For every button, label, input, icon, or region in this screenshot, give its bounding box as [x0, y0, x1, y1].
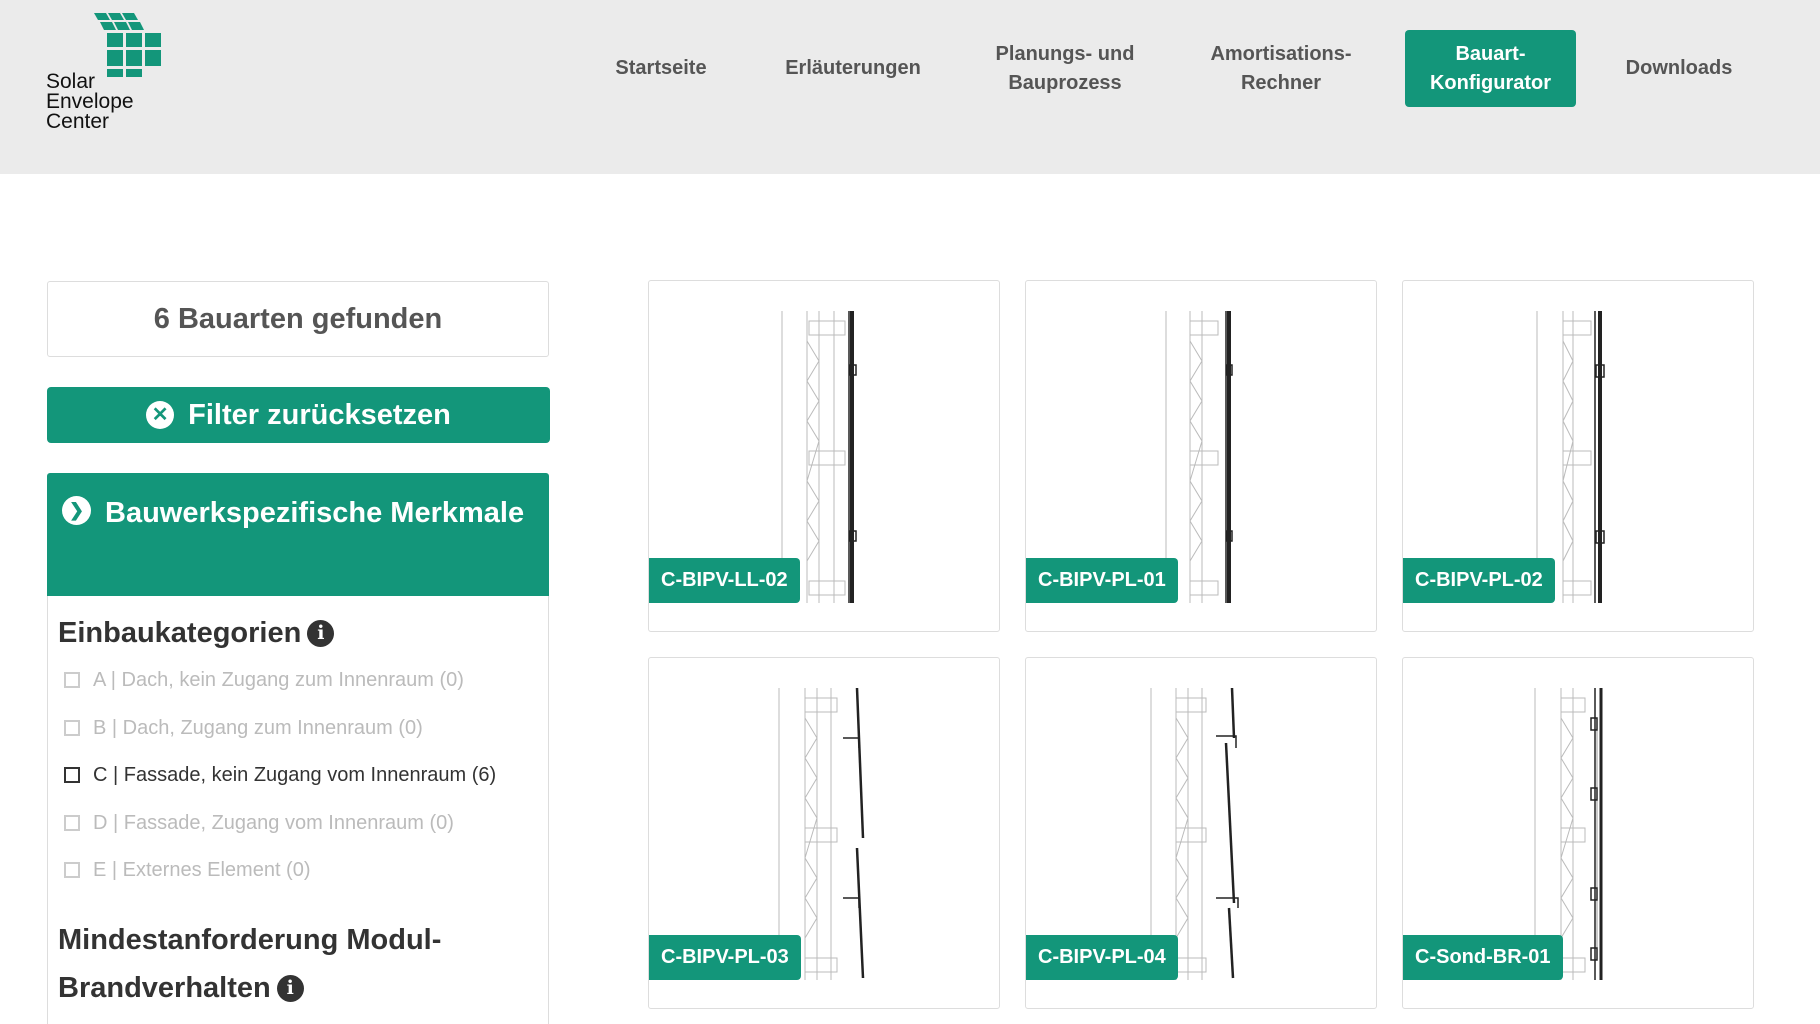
category-option-a: A | Dach, kein Zugang zum Innenraum (0): [64, 665, 464, 695]
accordion-title: Bauwerkspezifische Merkmale: [105, 497, 525, 529]
nav-startseite[interactable]: Startseite: [590, 30, 732, 107]
bauart-code-label: C-BIPV-PL-04: [1026, 935, 1178, 980]
chevron-down-icon: ❯: [62, 496, 91, 525]
logo-line: Center: [46, 110, 110, 133]
category-heading-text: Einbaukategorien: [58, 617, 302, 649]
logo-text[interactable]: Solar Envelope Center: [46, 70, 134, 133]
accordion-bauwerkspezifische-merkmale[interactable]: ❯ Bauwerkspezifische Merkmale: [47, 473, 549, 596]
category-option-label: B | Dach, Zugang zum Innenraum (0): [93, 716, 423, 739]
checkbox[interactable]: [64, 767, 80, 783]
info-icon[interactable]: i: [276, 975, 304, 1002]
bauart-code-label: C-Sond-BR-01: [1403, 935, 1563, 980]
bauart-code-label: C-BIPV-LL-02: [649, 558, 800, 603]
category-option-label: C | Fassade, kein Zugang vom Innenraum (…: [93, 763, 497, 786]
close-circle-icon: ✕: [146, 401, 175, 429]
info-icon[interactable]: i: [307, 620, 335, 647]
results-count: 6 Bauarten gefunden: [47, 281, 549, 357]
category-option-label: E | Externes Element (0): [93, 858, 311, 881]
site-header: Solar Envelope Center Startseite Erläute…: [0, 0, 1820, 174]
fire-heading-text: Mindestanforderung Modul- Brandverhalten: [58, 924, 442, 1004]
category-option-c[interactable]: C | Fassade, kein Zugang vom Innenraum (…: [64, 760, 496, 790]
logo-line: Envelope: [46, 90, 134, 113]
reset-filter-button[interactable]: ✕ Filter zurücksetzen: [47, 387, 550, 443]
checkbox: [64, 720, 80, 736]
bauart-code-label: C-BIPV-PL-03: [649, 935, 801, 980]
bauart-card[interactable]: C-BIPV-PL-03: [648, 657, 1000, 1009]
nav-erlaeuterungen[interactable]: Erläuterungen: [770, 30, 936, 107]
logo-line: Solar: [46, 70, 96, 93]
bauart-card[interactable]: C-Sond-BR-01: [1402, 657, 1754, 1009]
checkbox: [64, 672, 80, 688]
nav-bauart-konfigurator[interactable]: Bauart- Konfigurator: [1405, 30, 1576, 107]
checkbox: [64, 815, 80, 831]
bauart-card[interactable]: C-BIPV-PL-04: [1025, 657, 1377, 1009]
bauart-code-label: C-BIPV-PL-02: [1403, 558, 1555, 603]
checkbox: [64, 862, 80, 878]
nav-amortisations-rechner[interactable]: Amortisations- Rechner: [1190, 30, 1372, 107]
category-option-b: B | Dach, Zugang zum Innenraum (0): [64, 713, 423, 743]
nav-planungs-und-bauprozess[interactable]: Planungs- und Bauprozess: [980, 30, 1150, 107]
category-option-label: D | Fassade, Zugang vom Innenraum (0): [93, 811, 454, 834]
bauart-code-label: C-BIPV-PL-01: [1026, 558, 1178, 603]
nav-downloads[interactable]: Downloads: [1610, 30, 1748, 107]
bauart-card[interactable]: C-BIPV-PL-01: [1025, 280, 1377, 632]
category-heading: Einbaukategorien i: [58, 609, 335, 657]
bauart-card[interactable]: C-BIPV-LL-02: [648, 280, 1000, 632]
category-option-e: E | Externes Element (0): [64, 855, 311, 885]
fire-heading: Mindestanforderung Modul- Brandverhalten…: [58, 916, 538, 1012]
category-option-d: D | Fassade, Zugang vom Innenraum (0): [64, 808, 454, 838]
reset-filter-label: Filter zurücksetzen: [188, 398, 451, 431]
category-option-label: A | Dach, kein Zugang zum Innenraum (0): [93, 668, 464, 691]
bauart-card[interactable]: C-BIPV-PL-02: [1402, 280, 1754, 632]
